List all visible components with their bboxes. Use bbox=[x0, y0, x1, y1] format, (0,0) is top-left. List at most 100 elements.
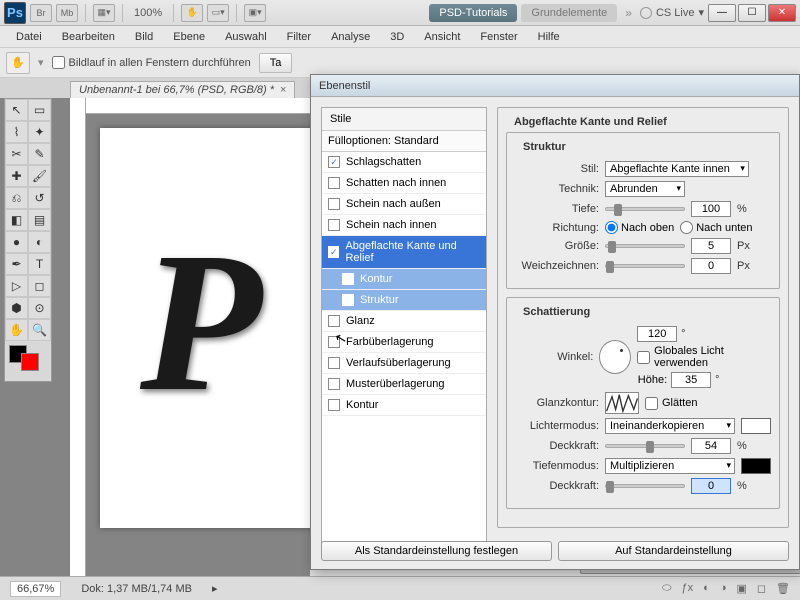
shadow-color-swatch[interactable] bbox=[741, 458, 771, 474]
options-ta-button[interactable]: Ta bbox=[259, 53, 293, 73]
menu-ansicht[interactable]: Ansicht bbox=[416, 29, 468, 45]
style-checkbox[interactable] bbox=[328, 315, 340, 327]
richtung-up-radio[interactable]: Nach oben bbox=[605, 221, 674, 234]
minibridge-icon[interactable]: Mb bbox=[56, 4, 78, 22]
style-checkbox[interactable] bbox=[342, 273, 354, 285]
hand-tool-icon[interactable]: ✋ bbox=[6, 52, 30, 74]
status-zoom[interactable]: 66,67% bbox=[10, 581, 61, 597]
style-checkbox[interactable] bbox=[328, 357, 340, 369]
menu-hilfe[interactable]: Hilfe bbox=[530, 29, 568, 45]
shape-tool-icon[interactable]: ◻ bbox=[28, 275, 51, 297]
tiefenmodus-select[interactable]: Multiplizieren bbox=[605, 458, 735, 474]
lasso-tool-icon[interactable]: ⌇ bbox=[5, 121, 28, 143]
style-checkbox[interactable]: ✓ bbox=[328, 156, 340, 168]
style-row[interactable]: Verlaufsüberlagerung bbox=[322, 353, 486, 374]
global-light-checkbox[interactable]: Globales Licht verwenden bbox=[637, 345, 771, 369]
winkel-input[interactable]: 120 bbox=[637, 326, 677, 342]
style-row[interactable]: ✓Schlagschatten bbox=[322, 152, 486, 173]
dialog-titlebar[interactable]: Ebenenstil bbox=[311, 75, 799, 97]
style-checkbox[interactable] bbox=[328, 177, 340, 189]
document-tab[interactable]: Unbenannt-1 bei 66,7% (PSD, RGB/8) * × bbox=[70, 81, 295, 98]
eraser-tool-icon[interactable]: ◧ bbox=[5, 209, 28, 231]
pen-tool-icon[interactable]: ✒ bbox=[5, 253, 28, 275]
richtung-down-radio[interactable]: Nach unten bbox=[680, 221, 752, 234]
menu-bearbeiten[interactable]: Bearbeiten bbox=[54, 29, 123, 45]
menu-datei[interactable]: Datei bbox=[8, 29, 50, 45]
trash-icon[interactable]: 🗑 bbox=[776, 582, 790, 595]
hand-shortcut-icon[interactable]: ✋ bbox=[181, 4, 203, 22]
hand-tool-icon[interactable]: ✋ bbox=[5, 319, 28, 341]
style-checkbox[interactable] bbox=[328, 198, 340, 210]
deck2-input[interactable]: 0 bbox=[691, 478, 731, 494]
adjustment-icon[interactable]: ◑ bbox=[720, 582, 727, 595]
eyedropper-tool-icon[interactable]: ✎ bbox=[28, 143, 51, 165]
workspace-more-icon[interactable]: » bbox=[621, 6, 636, 20]
set-default-button[interactable]: Als Standardeinstellung festlegen bbox=[321, 541, 552, 561]
fx-icon[interactable]: ƒx bbox=[682, 582, 694, 595]
deck2-slider[interactable] bbox=[605, 484, 685, 488]
type-tool-icon[interactable]: T bbox=[28, 253, 51, 275]
stamp-tool-icon[interactable]: ⎌ bbox=[5, 187, 28, 209]
technik-select[interactable]: Abrunden bbox=[605, 181, 685, 197]
groesse-slider[interactable] bbox=[605, 244, 685, 248]
zoom-display[interactable]: 100% bbox=[130, 7, 166, 19]
hoehe-input[interactable]: 35 bbox=[671, 372, 711, 388]
new-layer-icon[interactable]: ◻ bbox=[757, 582, 766, 595]
maximize-button[interactable]: ☐ bbox=[738, 4, 766, 22]
style-row[interactable]: Glanz bbox=[322, 311, 486, 332]
move-tool-icon[interactable]: ↖ bbox=[5, 99, 28, 121]
deck1-input[interactable]: 54 bbox=[691, 438, 731, 454]
workspace-tab-active[interactable]: PSD-Tutorials bbox=[429, 4, 517, 22]
tiefe-slider[interactable] bbox=[605, 207, 685, 211]
close-button[interactable]: ✕ bbox=[768, 4, 796, 22]
style-row[interactable]: Struktur bbox=[322, 290, 486, 311]
path-tool-icon[interactable]: ▷ bbox=[5, 275, 28, 297]
scroll-all-windows-checkbox[interactable]: Bildlauf in allen Fenstern durchführen bbox=[52, 56, 251, 69]
style-row[interactable]: Kontur bbox=[322, 269, 486, 290]
style-row[interactable]: Schein nach außen bbox=[322, 194, 486, 215]
dodge-tool-icon[interactable]: ◐ bbox=[28, 231, 51, 253]
crop-tool-icon[interactable]: ✂ bbox=[5, 143, 28, 165]
style-row[interactable]: ✓Abgeflachte Kante und Relief bbox=[322, 236, 486, 269]
direction-wheel[interactable] bbox=[599, 340, 631, 374]
gloss-contour-picker[interactable] bbox=[605, 392, 639, 414]
gradient-tool-icon[interactable]: ▤ bbox=[28, 209, 51, 231]
style-checkbox[interactable] bbox=[328, 378, 340, 390]
screen-mode-icon[interactable]: ▣▾ bbox=[244, 4, 266, 22]
style-checkbox[interactable] bbox=[342, 294, 354, 306]
highlight-color-swatch[interactable] bbox=[741, 418, 771, 434]
wand-tool-icon[interactable]: ✦ bbox=[28, 121, 51, 143]
link-icon[interactable]: ⬭ bbox=[662, 582, 671, 595]
style-row[interactable]: Musterüberlagerung bbox=[322, 374, 486, 395]
cs-live-button[interactable]: CS Live▾ bbox=[640, 6, 704, 19]
minimize-button[interactable]: — bbox=[708, 4, 736, 22]
view-mode-icon[interactable]: ▦▾ bbox=[93, 4, 115, 22]
style-checkbox[interactable]: ✓ bbox=[328, 246, 339, 258]
menu-filter[interactable]: Filter bbox=[279, 29, 319, 45]
lichtermodus-select[interactable]: Ineinanderkopieren bbox=[605, 418, 735, 434]
mask-icon[interactable]: ◐ bbox=[703, 582, 710, 595]
3d-tool-icon[interactable]: ⬢ bbox=[5, 297, 28, 319]
history-tool-icon[interactable]: ↺ bbox=[28, 187, 51, 209]
close-tab-icon[interactable]: × bbox=[280, 84, 286, 96]
brush-tool-icon[interactable]: 🖌 bbox=[28, 165, 51, 187]
glaetten-checkbox[interactable]: Glätten bbox=[645, 397, 697, 410]
color-swatches[interactable] bbox=[7, 345, 49, 377]
stil-select[interactable]: Abgeflachte Kante innen bbox=[605, 161, 749, 177]
reset-default-button[interactable]: Auf Standardeinstellung bbox=[558, 541, 789, 561]
style-row[interactable]: Kontur bbox=[322, 395, 486, 416]
groesse-input[interactable]: 5 bbox=[691, 238, 731, 254]
zoom-tool-icon[interactable]: 🔍 bbox=[28, 319, 51, 341]
fill-options-row[interactable]: Fülloptionen: Standard bbox=[322, 131, 486, 152]
menu-auswahl[interactable]: Auswahl bbox=[217, 29, 275, 45]
marquee-tool-icon[interactable]: ▭ bbox=[28, 99, 51, 121]
deck1-slider[interactable] bbox=[605, 444, 685, 448]
camera-tool-icon[interactable]: ⊙ bbox=[28, 297, 51, 319]
menu-ebene[interactable]: Ebene bbox=[165, 29, 213, 45]
folder-icon[interactable]: ▣ bbox=[736, 582, 746, 595]
weich-slider[interactable] bbox=[605, 264, 685, 268]
menu-3d[interactable]: 3D bbox=[382, 29, 412, 45]
weich-input[interactable]: 0 bbox=[691, 258, 731, 274]
workspace-tab[interactable]: Grundelemente bbox=[521, 4, 617, 22]
style-row[interactable]: Schatten nach innen bbox=[322, 173, 486, 194]
